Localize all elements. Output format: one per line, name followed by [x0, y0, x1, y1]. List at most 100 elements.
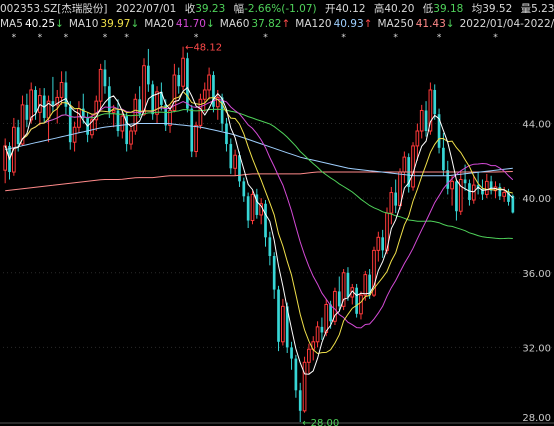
candle-body: [129, 130, 133, 145]
candle-body: [315, 326, 320, 343]
low-field: 低39.18: [422, 3, 464, 15]
candle-body: [147, 65, 150, 85]
candle-body: [25, 104, 29, 120]
ma5-line: [4, 86, 514, 375]
candle-body: [34, 89, 37, 113]
candlestick-chart: * * * * * * * * * * *←48.12←28.0044.0040.0036.0032…: [0, 33, 554, 426]
candle-body: [376, 236, 381, 251]
candle-body: [471, 184, 476, 201]
event-marker: *: [124, 33, 129, 43]
arrow-down-icon: ↓: [445, 18, 455, 30]
candle-body: [255, 194, 259, 215]
candle-body: [363, 274, 368, 296]
candle-body: [111, 109, 116, 113]
volume-field: 量5.23万: [520, 3, 554, 15]
candle-body: [298, 390, 302, 411]
candle-body: [103, 69, 107, 87]
candle-body: [246, 196, 250, 221]
candle-body: [394, 192, 398, 206]
ma-label: MA20: [144, 18, 174, 30]
candle-body: [450, 180, 454, 190]
candle-body: [225, 123, 228, 145]
candle-body: [272, 255, 276, 290]
ma-legend-item: MA5 40.25↓: [0, 18, 64, 30]
ma-legend-item: MA120 40.93↑: [295, 18, 372, 30]
candle-body: [277, 289, 280, 342]
ma-value: 40.93: [333, 18, 364, 30]
candle-body: [194, 124, 198, 153]
candle-body: [415, 130, 420, 147]
event-marker: *: [64, 33, 69, 43]
close-field: 收39.23: [184, 3, 226, 15]
event-marker: *: [437, 33, 442, 43]
candle-body: [359, 294, 363, 315]
candle-body: [442, 147, 445, 171]
candle-body: [307, 348, 311, 363]
candle-body: [120, 115, 125, 132]
high-marker: ←48.12: [185, 43, 222, 54]
candle-body: [433, 89, 437, 115]
candle-body: [389, 192, 394, 214]
candle-body: [502, 192, 506, 197]
candle-body: [229, 144, 233, 169]
candle-body: [186, 58, 189, 109]
candle-body: [177, 75, 181, 87]
candle-body: [381, 237, 385, 251]
candle-body: [329, 304, 332, 322]
candle-body: [242, 181, 246, 197]
quote-header: 002353.SZ[杰瑞股份] 2022/07/01 收39.23 幅-2.66…: [0, 1, 554, 17]
candle-body: [198, 98, 203, 126]
arrow-down-icon: ↓: [55, 18, 64, 30]
candle-body: [484, 180, 489, 195]
candle-body: [77, 108, 81, 128]
candle-body: [51, 101, 55, 105]
event-marker: *: [194, 33, 199, 43]
candle-body: [155, 91, 159, 115]
arrow-up-icon: ↑: [281, 18, 291, 30]
candle-body: [264, 203, 267, 238]
ma120-line: [5, 123, 513, 177]
candle-body: [250, 193, 255, 222]
candle-body: [233, 154, 237, 169]
ma-legend-item: MA250 41.43↓: [377, 18, 454, 30]
candle-body: [346, 272, 350, 298]
candle-body: [98, 68, 103, 102]
candle-body: [116, 110, 120, 131]
event-marker: *: [493, 33, 498, 43]
y-tick-label: 36.00: [522, 269, 551, 280]
date-range: 2022/01/04-2022/07/01(118日): [459, 18, 554, 30]
candle-body: [411, 145, 415, 188]
ma20-line: [4, 98, 514, 329]
candle-body: [151, 84, 155, 115]
ma-label: MA10: [68, 18, 99, 30]
stock-code: 002353.SZ: [0, 3, 58, 15]
candle-body: [324, 303, 329, 333]
event-marker: *: [341, 33, 346, 43]
ma-label: MA120: [295, 18, 332, 30]
ma-value: 41.70: [175, 18, 206, 30]
candle-body: [72, 126, 77, 143]
ma-value: 39.97: [100, 18, 131, 30]
stock-name: [杰瑞股份]: [57, 3, 108, 15]
candle-body: [302, 361, 307, 412]
candle-body: [268, 237, 272, 256]
arrow-up-icon: ↑: [363, 18, 373, 30]
ma-value: 41.43: [415, 18, 446, 30]
ma-legend-item: MA20 41.70↓: [144, 18, 214, 30]
candle-body: [320, 326, 324, 333]
ma-value: 37.82: [251, 18, 282, 30]
high-field: 高40.20: [373, 3, 415, 15]
arrow-down-icon: ↓: [205, 18, 215, 30]
candle-body: [181, 57, 185, 87]
ma-legend-item: MA10 39.97↓: [69, 18, 139, 30]
candle-body: [424, 110, 428, 131]
ma-legend-item: MA60 37.82↑: [220, 18, 290, 30]
candle-body: [68, 106, 72, 143]
candle-body: [190, 108, 194, 152]
ma-label: MA60: [219, 18, 250, 30]
candle-body: [59, 82, 64, 98]
candle-body: [511, 195, 515, 213]
change-field: 幅-2.66%(-1.07): [233, 3, 317, 15]
avg-field: 均39.52: [471, 3, 513, 15]
candle-body: [355, 287, 358, 314]
